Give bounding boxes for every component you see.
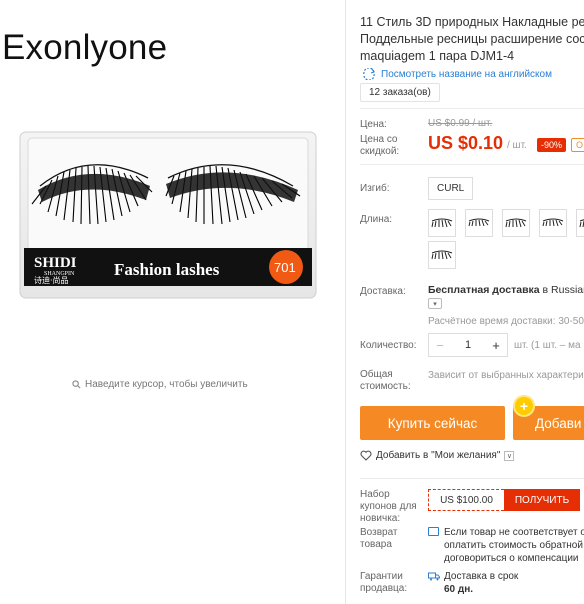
box-caption: Fashion lashes xyxy=(114,260,220,279)
length-label: Длина: xyxy=(360,214,393,225)
old-price: US $0.99 / шт. xyxy=(428,118,493,129)
delivery-truck-icon xyxy=(428,572,440,581)
label-line: Набор xyxy=(360,489,390,500)
total-label: Общая стоимость: xyxy=(360,369,411,393)
lash-thumb-icon xyxy=(505,218,527,228)
title-line: 11 Стиль 3D природных Накладные рес xyxy=(360,15,584,29)
cart-plus-icon: + xyxy=(515,397,533,415)
product-image[interactable]: SHIDI SHANGPIN 诗迪·尚品 Fashion lashes 701 xyxy=(18,130,318,300)
label-line: Цена со xyxy=(360,134,398,145)
returns-info: Если товар не соответствует оп оплатить … xyxy=(428,526,584,565)
curl-label: Изгиб: xyxy=(360,183,390,194)
shipping-free: Бесплатная доставка xyxy=(428,284,540,296)
return-policy-icon xyxy=(428,527,439,536)
coupon-value: US $100.00 xyxy=(428,489,504,511)
length-option[interactable] xyxy=(539,209,567,237)
shipping-estimate: Расчётное время доставки: 30-50 xyxy=(428,316,584,327)
shipping-method[interactable]: Бесплатная доставка в Russian xyxy=(428,284,584,296)
shipping-label: Доставка: xyxy=(360,286,406,297)
returns-line: Если товар не соответствует оп xyxy=(444,527,584,538)
chevron-down-icon[interactable]: ∨ xyxy=(504,450,515,461)
title-line: Поддельные ресницы расширение сос xyxy=(360,32,584,46)
box-number: 701 xyxy=(274,260,296,275)
box-brand-cn: 诗迪·尚品 xyxy=(34,275,69,285)
promo-badge: О xyxy=(571,138,584,152)
coupon-label: Набор купонов для новичка: xyxy=(360,489,417,525)
quantity-increase-button[interactable]: + xyxy=(485,338,507,353)
discount-price-label: Цена со скидкой: xyxy=(360,134,399,158)
quantity-input[interactable]: 1 xyxy=(451,339,485,351)
label-line: продавца: xyxy=(360,583,408,594)
translate-icon xyxy=(363,68,375,80)
box-brand-line1: SHIDI xyxy=(34,255,77,271)
divider xyxy=(360,164,584,165)
title-line: maquiagem 1 пара DJM1-4 xyxy=(360,49,515,63)
view-english-label: Посмотреть название на английском xyxy=(381,68,552,80)
length-option[interactable] xyxy=(465,209,493,237)
total-value: Зависит от выбранных характери xyxy=(428,370,584,381)
label-line: стоимость: xyxy=(360,381,411,392)
quantity-stepper: − 1 + xyxy=(428,333,508,357)
lash-thumb-icon xyxy=(542,218,564,227)
get-coupon-button[interactable]: ПОЛУЧИТЬ xyxy=(504,489,580,511)
product-gallery: Exonlyone SHIDI SHANGPIN 诗迪·尚品 Fashion l… xyxy=(0,0,345,604)
lash-thumb-icon xyxy=(579,219,584,228)
heart-icon xyxy=(360,450,372,461)
view-english-link[interactable]: Посмотреть название на английском xyxy=(362,68,552,80)
curl-option[interactable]: CURL xyxy=(428,177,474,200)
length-option[interactable] xyxy=(428,209,456,237)
returns-line: оплатить стоимость обратной xyxy=(444,540,583,551)
chevron-down-icon: ▾ xyxy=(433,300,437,308)
lash-thumb-icon xyxy=(431,218,453,228)
returns-label: Возврат товара xyxy=(360,527,398,551)
label-line: Гарантии xyxy=(360,571,403,582)
buy-now-button[interactable]: Купить сейчас xyxy=(360,406,505,440)
length-option[interactable] xyxy=(428,241,456,269)
quantity-decrease-button[interactable]: − xyxy=(429,338,451,353)
length-option[interactable] xyxy=(576,209,584,237)
shipping-dropdown[interactable]: ▾ xyxy=(428,298,442,309)
product-title: 11 Стиль 3D природных Накладные рес Подд… xyxy=(360,14,584,65)
label-line: скидкой: xyxy=(360,146,400,157)
guarantee-label: Гарантии продавца: xyxy=(360,571,407,595)
lash-thumb-icon xyxy=(431,250,453,260)
label-line: товара xyxy=(360,539,392,550)
orders-count: 12 заказа(ов) xyxy=(360,83,440,102)
divider xyxy=(360,478,584,479)
product-info: 11 Стиль 3D природных Накладные рес Подд… xyxy=(360,0,584,604)
quantity-info: шт. (1 шт. – ма xyxy=(514,340,581,351)
add-to-wishlist[interactable]: Добавить в "Мои желания" ∨ xyxy=(360,450,515,461)
guarantee-days: 60 дн. xyxy=(444,584,474,595)
divider xyxy=(360,108,584,109)
divider xyxy=(345,0,346,604)
returns-line: договориться о компенсации xyxy=(444,553,579,564)
per-unit: / шт. xyxy=(507,140,527,151)
zoom-hint-text: Наведите курсор, чтобы увеличить xyxy=(85,379,248,390)
shipping-destination: в Russian xyxy=(542,284,584,296)
label-line: Общая xyxy=(360,369,393,380)
quantity-label: Количество: xyxy=(360,340,417,351)
wishlist-label: Добавить в "Мои желания" xyxy=(376,450,501,461)
label-line: новичка: xyxy=(360,513,401,524)
discount-badge: -90% xyxy=(537,138,567,152)
search-icon xyxy=(72,380,81,389)
label-line: купонов для xyxy=(360,501,417,512)
guarantee-line: Доставка в срок xyxy=(444,571,519,582)
label-line: Возврат xyxy=(360,527,398,538)
newbie-coupon: US $100.00 ПОЛУЧИТЬ xyxy=(428,489,580,511)
zoom-hint: Наведите курсор, чтобы увеличить xyxy=(72,379,248,390)
guarantee-info: Доставка в срок 60 дн. xyxy=(428,570,518,596)
current-price: US $0.10 xyxy=(428,133,504,153)
price-label: Цена: xyxy=(360,119,387,130)
length-option[interactable] xyxy=(502,209,530,237)
brand-watermark: Exonlyone xyxy=(2,28,168,67)
lash-thumb-icon xyxy=(468,218,490,227)
